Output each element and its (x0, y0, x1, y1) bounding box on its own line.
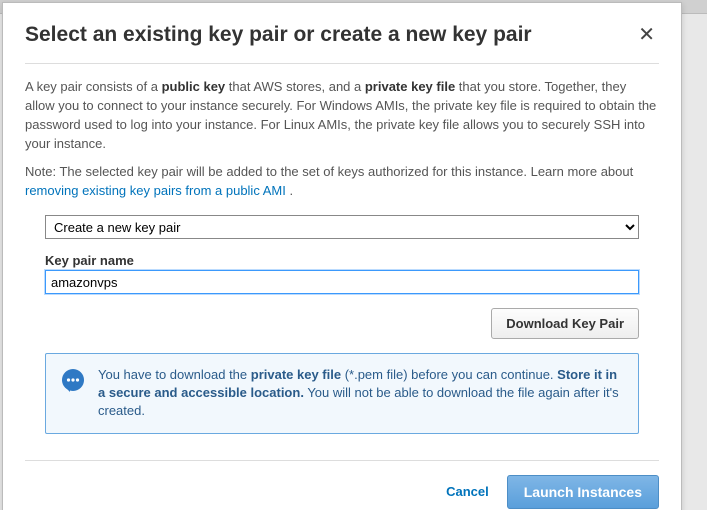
close-icon[interactable]: ✕ (634, 21, 659, 49)
description-paragraph-1: A key pair consists of a public key that… (25, 78, 659, 153)
dialog-footer: Cancel Launch Instances (25, 460, 659, 510)
key-pair-name-label: Key pair name (45, 253, 639, 268)
launch-instances-button[interactable]: Launch Instances (507, 475, 659, 509)
dialog-header: Select an existing key pair or create a … (3, 3, 681, 63)
key-pair-dialog: Select an existing key pair or create a … (2, 2, 682, 510)
cancel-button[interactable]: Cancel (446, 484, 489, 499)
dialog-title: Select an existing key pair or create a … (25, 23, 532, 47)
key-pair-form: Create a new key pair Key pair name Down… (3, 215, 681, 442)
key-pair-name-input[interactable] (45, 270, 639, 294)
key-pair-mode-select[interactable]: Create a new key pair (45, 215, 639, 239)
info-panel: You have to download the private key fil… (45, 353, 639, 434)
info-chat-icon (60, 368, 86, 394)
download-key-pair-button[interactable]: Download Key Pair (491, 308, 639, 339)
dialog-body: A key pair consists of a public key that… (3, 64, 681, 215)
remove-keypairs-link[interactable]: removing existing key pairs from a publi… (25, 183, 286, 198)
description-paragraph-2: Note: The selected key pair will be adde… (25, 163, 659, 201)
